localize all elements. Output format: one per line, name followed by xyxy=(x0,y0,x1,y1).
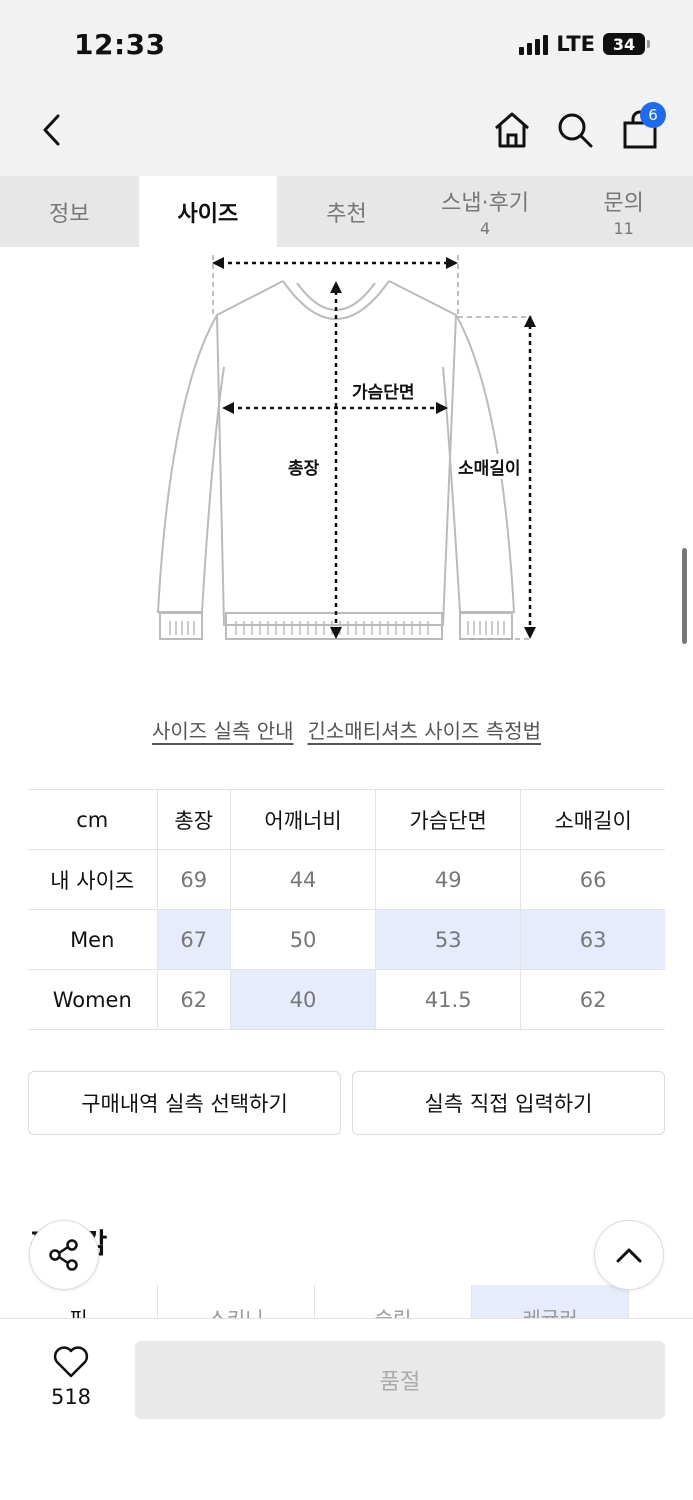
like-count: 518 xyxy=(50,1385,92,1409)
heart-icon xyxy=(53,1346,89,1378)
network-type: LTE xyxy=(556,32,595,56)
soldout-button[interactable]: 품절 xyxy=(135,1341,665,1419)
size-diagram: 가슴단면 총장 소매길이 xyxy=(140,247,560,657)
table-cell: 40 xyxy=(229,969,377,1030)
tab-label: 추천 xyxy=(326,201,367,227)
search-icon xyxy=(558,113,593,148)
tab-snap-review[interactable]: 스냅·후기 4 xyxy=(416,176,555,247)
size-guide-links: 사이즈 실측 안내 긴소매티셔츠 사이즈 측정법 xyxy=(0,715,693,744)
table-cell: 50 xyxy=(229,909,377,970)
table-cell: 62 xyxy=(520,969,665,1030)
row-label: Women xyxy=(28,969,158,1030)
share-icon xyxy=(49,1239,78,1271)
table-header: 총장 xyxy=(156,789,231,850)
tab-info[interactable]: 정보 xyxy=(0,176,139,247)
tab-label: 문의 xyxy=(603,191,644,216)
tab-label: 스냅·후기 xyxy=(441,191,530,216)
battery-icon: 34 xyxy=(603,33,650,55)
tab-recommend[interactable]: 추천 xyxy=(277,176,416,247)
home-icon xyxy=(495,112,529,148)
table-cell: 66 xyxy=(520,849,665,910)
select-purchase-measure-button[interactable]: 구매내역 실측 선택하기 xyxy=(28,1071,341,1135)
longsleeve-measure-method-link[interactable]: 긴소매티셔츠 사이즈 측정법 xyxy=(308,715,542,744)
chevron-left-icon xyxy=(43,114,60,146)
tab-label: 사이즈 xyxy=(177,201,239,227)
cart-count-badge: 6 xyxy=(640,102,666,128)
manual-measure-input-button[interactable]: 실측 직접 입력하기 xyxy=(352,1071,665,1135)
fit-option-regular: 레귤러 xyxy=(471,1285,628,1319)
row-label: 내 사이즈 xyxy=(28,849,158,910)
size-measure-guide-link[interactable]: 사이즈 실측 안내 xyxy=(152,715,294,744)
fit-option-skinny: 스키니 xyxy=(157,1285,314,1319)
table-cell: 44 xyxy=(229,849,377,910)
table-cell: 67 xyxy=(156,909,231,970)
table-cell: 63 xyxy=(520,909,665,970)
row-label: Men xyxy=(28,909,158,970)
diagram-label-length: 총장 xyxy=(286,454,322,479)
table-cell: 49 xyxy=(375,849,522,910)
table-cell: 41.5 xyxy=(375,969,522,1030)
tab-label: 정보 xyxy=(49,201,90,227)
search-button[interactable] xyxy=(553,108,597,152)
table-header: 어깨너비 xyxy=(229,789,377,850)
cart-button[interactable]: 6 xyxy=(618,102,666,152)
status-time: 12:33 xyxy=(74,28,166,61)
diagram-label-sleeve: 소매길이 xyxy=(456,454,523,479)
top-nav: 6 xyxy=(0,88,693,176)
like-button[interactable]: 518 xyxy=(38,1345,104,1409)
table-cell: 53 xyxy=(375,909,522,970)
status-bar: 12:33 LTE 34 xyxy=(0,0,693,88)
table-row: Men 67 50 53 63 xyxy=(28,909,665,970)
tab-count: 11 xyxy=(613,219,634,238)
home-button[interactable] xyxy=(490,108,534,152)
table-cell: 62 xyxy=(156,969,231,1030)
chevron-up-icon xyxy=(616,1248,642,1263)
table-header-row: cm 총장 어깨너비 가슴단면 소매길이 xyxy=(28,789,665,850)
back-button[interactable] xyxy=(30,108,74,152)
tab-inquiry[interactable]: 문의 11 xyxy=(554,176,693,247)
scroll-top-button[interactable] xyxy=(594,1220,664,1290)
measure-buttons: 구매내역 실측 선택하기 실측 직접 입력하기 xyxy=(28,1071,665,1135)
status-indicators: LTE 34 xyxy=(519,32,650,56)
table-header: 소매길이 xyxy=(520,789,665,850)
tab-count: 4 xyxy=(479,219,491,238)
scrollbar[interactable] xyxy=(682,548,687,644)
sweatshirt-illustration xyxy=(156,255,536,640)
size-table: cm 총장 어깨너비 가슴단면 소매길이 내 사이즈 69 44 49 66 M… xyxy=(28,789,665,1030)
fit-option-loose: 루 xyxy=(628,1285,693,1319)
diagram-label-chest: 가슴단면 xyxy=(350,378,417,403)
product-tabs: 정보 사이즈 추천 스냅·후기 4 문의 11 xyxy=(0,176,693,247)
bottom-action-bar: 518 품절 xyxy=(0,1318,693,1500)
table-cell: 69 xyxy=(156,849,231,910)
table-header: 가슴단면 xyxy=(375,789,522,850)
table-header: cm xyxy=(28,789,158,850)
table-row: 내 사이즈 69 44 49 66 xyxy=(28,849,665,910)
share-button[interactable] xyxy=(29,1220,99,1290)
fit-row-label: 핏 xyxy=(69,1307,88,1319)
fit-options-row: 핏 스키니 슬림 레귤러 루 xyxy=(0,1285,693,1319)
battery-level: 34 xyxy=(612,34,636,54)
signal-icon xyxy=(519,33,549,55)
tab-size[interactable]: 사이즈 xyxy=(138,176,278,247)
fit-option-slim: 슬림 xyxy=(314,1285,471,1319)
table-row: Women 62 40 41.5 62 xyxy=(28,969,665,1030)
